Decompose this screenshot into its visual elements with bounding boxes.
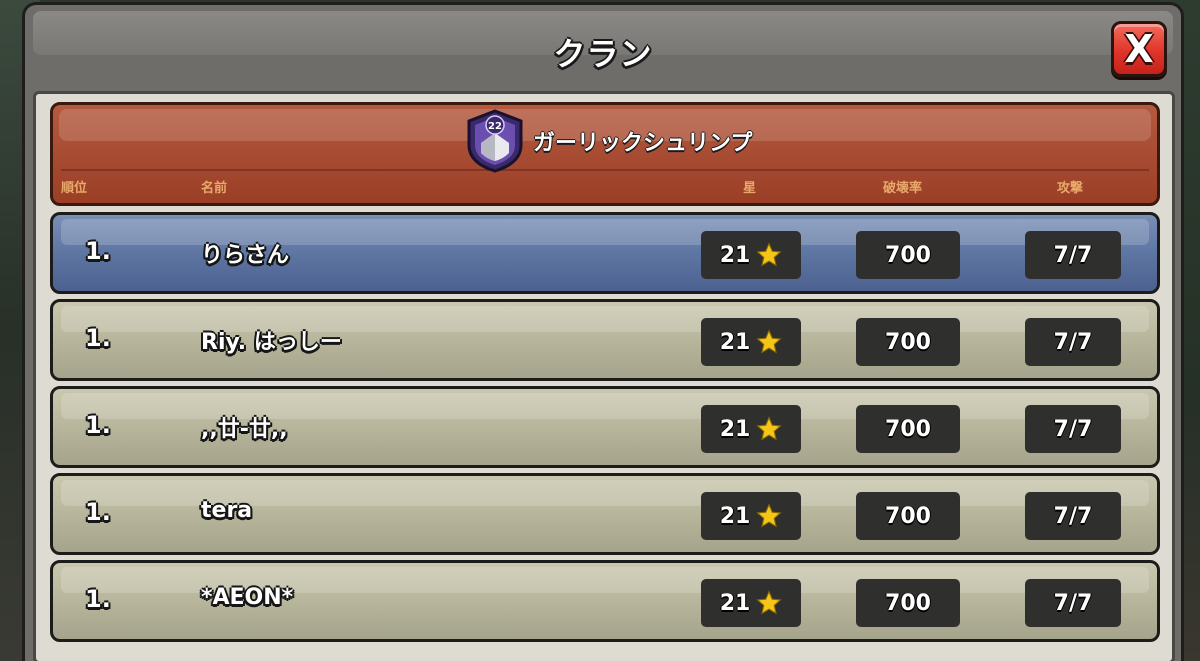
player-row[interactable]: 1. りらさん 21 700 7/7 xyxy=(50,212,1160,294)
attacks-cell: 7/7 xyxy=(1025,492,1121,540)
stars-cell: 21 xyxy=(701,492,801,540)
close-icon: X xyxy=(1124,27,1154,71)
destruction-cell: 700 xyxy=(856,318,960,366)
player-row[interactable]: 1. ,,廿-廿,, 21 700 7/7 xyxy=(50,386,1160,468)
destruction-cell: 700 xyxy=(856,405,960,453)
attacks-cell: 7/7 xyxy=(1025,579,1121,627)
stars-cell: 21 xyxy=(701,318,801,366)
player-name: りらさん xyxy=(201,243,290,268)
player-name: Riy. はっしー xyxy=(201,330,342,355)
clan-level: 22 xyxy=(488,121,502,132)
window-title: クラン xyxy=(553,35,653,73)
star-icon xyxy=(756,242,782,267)
player-row[interactable]: 1. Riy. はっしー 21 700 7/7 xyxy=(50,299,1160,381)
destruction-cell: 700 xyxy=(856,492,960,540)
destruction-cell: 700 xyxy=(856,231,960,279)
clan-name: ガーリックシュリンプ xyxy=(533,131,753,156)
column-header-rank: 順位 xyxy=(61,181,88,196)
player-rank: 1. xyxy=(85,498,111,526)
stars-cell: 21 xyxy=(701,405,801,453)
close-button[interactable]: X xyxy=(1111,21,1167,77)
column-header-attacks: 攻撃 xyxy=(1057,181,1084,196)
star-icon xyxy=(756,590,782,615)
stars-value: 21 xyxy=(719,503,751,529)
clan-window: クラン X 22 ガーリックシュリンプ 順位 名前 星 破壊率 攻撃 1. りら… xyxy=(22,2,1184,661)
player-row[interactable]: 1. tera 21 700 7/7 xyxy=(50,473,1160,555)
column-header-destruction: 破壊率 xyxy=(883,181,923,196)
player-name: tera xyxy=(201,498,253,523)
player-rank: 1. xyxy=(85,324,111,352)
stars-cell: 21 xyxy=(701,231,801,279)
player-rank: 1. xyxy=(85,237,111,265)
column-header-stars: 星 xyxy=(743,181,757,196)
player-rank: 1. xyxy=(85,411,111,439)
clan-header: 22 ガーリックシュリンプ 順位 名前 星 破壊率 攻撃 xyxy=(50,102,1160,206)
stars-cell: 21 xyxy=(701,579,801,627)
attacks-cell: 7/7 xyxy=(1025,318,1121,366)
stars-value: 21 xyxy=(719,242,751,268)
destruction-cell: 700 xyxy=(856,579,960,627)
stars-value: 21 xyxy=(719,590,751,616)
attacks-cell: 7/7 xyxy=(1025,231,1121,279)
player-rank: 1. xyxy=(85,585,111,613)
star-icon xyxy=(756,416,782,441)
player-name: *AEON* xyxy=(201,585,294,610)
star-icon xyxy=(756,503,782,528)
clan-badge-icon: 22 xyxy=(467,109,523,173)
star-icon xyxy=(756,329,782,354)
player-name: ,,廿-廿,, xyxy=(201,417,288,442)
content-panel: 22 ガーリックシュリンプ 順位 名前 星 破壊率 攻撃 1. りらさん 21 … xyxy=(33,91,1175,661)
stars-value: 21 xyxy=(719,416,751,442)
stars-value: 21 xyxy=(719,329,751,355)
column-header-name: 名前 xyxy=(201,181,228,196)
player-row[interactable]: 1. *AEON* 21 700 7/7 xyxy=(50,560,1160,642)
attacks-cell: 7/7 xyxy=(1025,405,1121,453)
